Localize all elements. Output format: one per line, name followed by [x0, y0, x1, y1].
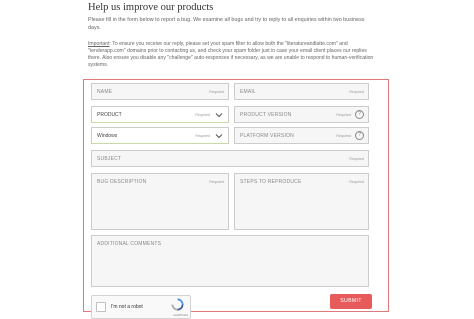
question-icon[interactable]: ?	[355, 110, 364, 119]
product-version-placeholder: PRODUCT VERSION	[240, 112, 292, 118]
required-label: Required	[336, 134, 351, 138]
important-notice: Important: To ensure you receive our rep…	[88, 41, 380, 69]
checkbox-icon[interactable]	[96, 302, 106, 312]
recaptcha-label: I'm not a robot	[111, 304, 143, 310]
question-icon[interactable]: ?	[355, 131, 364, 140]
platform-version-field[interactable]: PLATFORM VERSION Required ?	[234, 127, 369, 144]
notice-text: : To ensure you receive our reply, pleas…	[88, 41, 374, 68]
additional-comments-field[interactable]: ADDITIONAL COMMENTS	[91, 235, 369, 287]
name-field[interactable]: NAME Required	[91, 83, 229, 100]
page-title: Help us improve our products	[88, 2, 214, 13]
subject-placeholder: SUBJECT	[97, 156, 122, 162]
comments-placeholder: ADDITIONAL COMMENTS	[97, 241, 162, 247]
bug-report-form: NAME Required EMAIL Required PRODUCT Req…	[83, 79, 389, 319]
required-label: Required	[349, 180, 364, 184]
subject-field[interactable]: SUBJECT Required	[91, 150, 369, 167]
steps-to-reproduce-field[interactable]: STEPS TO REPRODUCE Required	[234, 173, 369, 230]
important-label: Important	[88, 41, 110, 47]
required-label: Required	[209, 90, 224, 94]
recaptcha-widget: I'm not a robot reCAPTCHA	[91, 295, 191, 319]
product-version-field[interactable]: PRODUCT VERSION Required ?	[234, 106, 369, 123]
required-label: Required	[209, 180, 224, 184]
product-select-value: PRODUCT	[97, 112, 122, 118]
required-label: Required	[195, 134, 210, 138]
required-label: Required	[349, 157, 364, 161]
email-placeholder: EMAIL	[240, 89, 257, 95]
platform-select[interactable]: Windows Required	[91, 127, 229, 144]
platform-version-placeholder: PLATFORM VERSION	[240, 133, 294, 139]
steps-placeholder: STEPS TO REPRODUCE	[240, 179, 302, 185]
recaptcha-icon	[171, 298, 184, 311]
product-select[interactable]: PRODUCT Required	[91, 106, 229, 123]
required-label: Required	[195, 113, 210, 117]
required-label: Required	[336, 113, 351, 117]
name-placeholder: NAME	[97, 89, 113, 95]
bug-description-placeholder: BUG DESCRIPTION	[97, 179, 147, 185]
platform-select-value: Windows	[97, 133, 118, 139]
intro-text: Please fill in the form below to report …	[88, 17, 365, 31]
chevron-down-icon	[215, 134, 223, 139]
submit-button[interactable]: SUBMIT	[330, 294, 372, 309]
email-field[interactable]: EMAIL Required	[234, 83, 369, 100]
required-label: Required	[349, 90, 364, 94]
bug-description-field[interactable]: BUG DESCRIPTION Required	[91, 173, 229, 230]
chevron-down-icon	[215, 113, 223, 118]
